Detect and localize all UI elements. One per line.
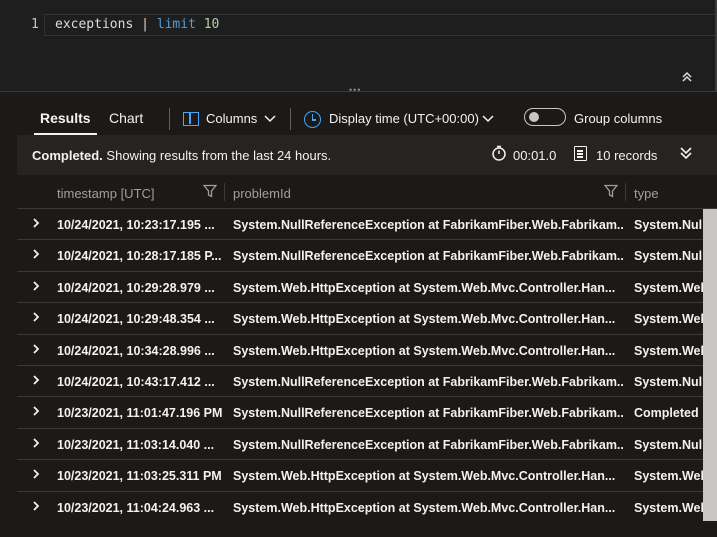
bottom-spacer xyxy=(0,521,717,537)
table-row[interactable]: 10/24/2021, 10:23:17.195 ... System.NullR… xyxy=(17,209,717,241)
cell-type: System.Web xyxy=(634,280,704,295)
cell-problemid: System.Web.HttpException at System.Web.M… xyxy=(233,469,616,484)
cell-type: System.Web xyxy=(634,312,704,327)
query-pipe-token: | xyxy=(141,17,149,32)
columns-label: Columns xyxy=(206,111,258,126)
chevron-right-icon[interactable] xyxy=(31,280,41,292)
chevron-right-icon[interactable] xyxy=(31,468,41,480)
table-row[interactable]: 10/23/2021, 11:01:47.196 PM System.NullRe… xyxy=(17,397,717,429)
chevron-right-icon[interactable] xyxy=(31,500,41,512)
double-chevron-down-icon[interactable] xyxy=(678,144,694,162)
cell-timestamp: 10/24/2021, 10:43:17.412 ... xyxy=(57,375,215,389)
table-row[interactable]: 10/23/2021, 11:04:24.963 ... System.Web.H… xyxy=(17,492,717,521)
query-duration: 00:01.0 xyxy=(513,148,557,163)
results-grid: timestamp [UTC] problemId type 10/24/202… xyxy=(17,175,717,521)
column-header-type[interactable]: type xyxy=(634,186,659,201)
double-chevron-up-icon xyxy=(682,71,692,82)
cell-timestamp: 10/24/2021, 10:29:28.979 ... xyxy=(57,280,215,295)
chevron-right-icon[interactable] xyxy=(31,374,41,386)
table-row[interactable]: 10/24/2021, 10:29:48.354 ... System.Web.H… xyxy=(17,303,717,335)
chevron-right-icon[interactable] xyxy=(31,437,41,449)
cell-type: System.Nul xyxy=(634,249,703,264)
chevron-right-icon[interactable] xyxy=(31,405,41,417)
group-columns-toggle[interactable] xyxy=(524,108,566,126)
toolbar-divider xyxy=(169,108,170,130)
cell-type: System.Web xyxy=(634,500,704,515)
cell-type: System.Web xyxy=(634,469,704,484)
column-header-problemid[interactable]: problemId xyxy=(233,186,291,201)
cell-type: System.Nul xyxy=(634,437,703,452)
tab-chart[interactable]: Chart xyxy=(109,110,143,126)
query-status-bar: Completed. Showing results from the last… xyxy=(17,135,717,175)
chevron-right-icon[interactable] xyxy=(31,343,41,355)
chevron-down-icon xyxy=(482,115,494,123)
toggle-knob xyxy=(529,112,539,122)
group-columns-label: Group columns xyxy=(574,111,663,126)
query-text[interactable]: exceptions | limit 10 xyxy=(55,17,219,32)
column-header-timestamp[interactable]: timestamp [UTC] xyxy=(57,186,155,201)
cell-problemid: System.Web.HttpException at System.Web.M… xyxy=(233,280,616,295)
status-message: Completed. Showing results from the last… xyxy=(32,148,331,163)
query-number-token: 10 xyxy=(203,17,220,32)
table-row[interactable]: 10/23/2021, 11:03:25.311 PM System.Web.Ht… xyxy=(17,460,717,492)
cell-timestamp: 10/23/2021, 11:03:25.311 PM xyxy=(57,469,222,484)
cell-timestamp: 10/23/2021, 11:04:24.963 ... xyxy=(57,500,215,515)
cell-timestamp: 10/24/2021, 10:34:28.996 ... xyxy=(57,343,215,358)
display-time-label: Display time (UTC+00:00) xyxy=(329,111,479,126)
table-row[interactable]: 10/24/2021, 10:29:28.979 ... System.Web.H… xyxy=(17,272,717,304)
filter-icon[interactable] xyxy=(604,184,618,198)
chevron-right-icon[interactable] xyxy=(31,248,41,260)
clock-icon xyxy=(304,111,321,128)
resize-grip-handle[interactable]: ••• xyxy=(349,86,367,95)
cell-timestamp: 10/24/2021, 10:29:48.354 ... xyxy=(57,312,215,327)
cell-problemid: System.NullReferenceException at Fabrika… xyxy=(233,406,623,421)
table-row[interactable]: 10/24/2021, 10:43:17.412 ... System.NullR… xyxy=(17,366,717,398)
grid-header: timestamp [UTC] problemId type xyxy=(17,175,717,209)
query-operator-token: limit xyxy=(156,17,196,32)
collapse-editor-button[interactable] xyxy=(678,70,696,88)
table-row[interactable]: 10/24/2021, 10:28:17.185 P... System.Null… xyxy=(17,240,717,272)
record-count: 10 records xyxy=(596,148,658,163)
columns-icon xyxy=(183,112,199,126)
chevron-down-icon xyxy=(264,115,276,123)
cell-type: System.Web xyxy=(634,343,704,358)
cell-problemid: System.Web.HttpException at System.Web.M… xyxy=(233,312,616,327)
line-number: 1 xyxy=(31,17,39,32)
cell-type: System.Nul xyxy=(634,375,703,389)
cell-timestamp: 10/24/2021, 10:28:17.185 P... xyxy=(57,249,222,264)
table-row[interactable]: 10/23/2021, 11:03:14.040 ... System.NullR… xyxy=(17,429,717,461)
cell-timestamp: 10/24/2021, 10:23:17.195 ... xyxy=(57,218,215,232)
query-editor[interactable]: 1 exceptions | limit 10 ••• xyxy=(0,0,717,95)
toolbar-divider xyxy=(290,108,291,130)
cell-problemid: System.Web.HttpException at System.Web.M… xyxy=(233,343,616,358)
stopwatch-icon xyxy=(492,145,506,161)
cell-problemid: System.NullReferenceException at Fabrika… xyxy=(233,218,623,232)
vertical-scrollbar[interactable] xyxy=(703,209,717,521)
records-icon xyxy=(574,146,587,161)
query-table-token: exceptions xyxy=(55,17,134,32)
chevron-right-icon[interactable] xyxy=(31,217,41,229)
filter-icon[interactable] xyxy=(203,184,217,198)
table-row[interactable]: 10/24/2021, 10:34:28.996 ... System.Web.H… xyxy=(17,335,717,366)
results-toolbar: Results Chart Columns Display time (UTC+… xyxy=(0,93,717,135)
cell-problemid: System.NullReferenceException at Fabrika… xyxy=(233,249,623,264)
cell-timestamp: 10/23/2021, 11:01:47.196 PM xyxy=(57,406,222,421)
cell-problemid: System.Web.HttpException at System.Web.M… xyxy=(233,500,616,515)
cell-timestamp: 10/23/2021, 11:03:14.040 ... xyxy=(57,437,215,452)
column-resize-handle[interactable] xyxy=(625,183,626,201)
chevron-right-icon[interactable] xyxy=(31,311,41,323)
cell-problemid: System.NullReferenceException at Fabrika… xyxy=(233,437,623,452)
cell-problemid: System.NullReferenceException at Fabrika… xyxy=(233,375,623,389)
status-detail: Showing results from the last 24 hours. xyxy=(106,148,332,163)
status-completed: Completed. xyxy=(32,148,103,163)
tab-results[interactable]: Results xyxy=(34,110,97,135)
column-resize-handle[interactable] xyxy=(224,183,225,201)
cell-type: Completed xyxy=(634,406,699,421)
cell-type: System.Nul xyxy=(634,218,703,232)
